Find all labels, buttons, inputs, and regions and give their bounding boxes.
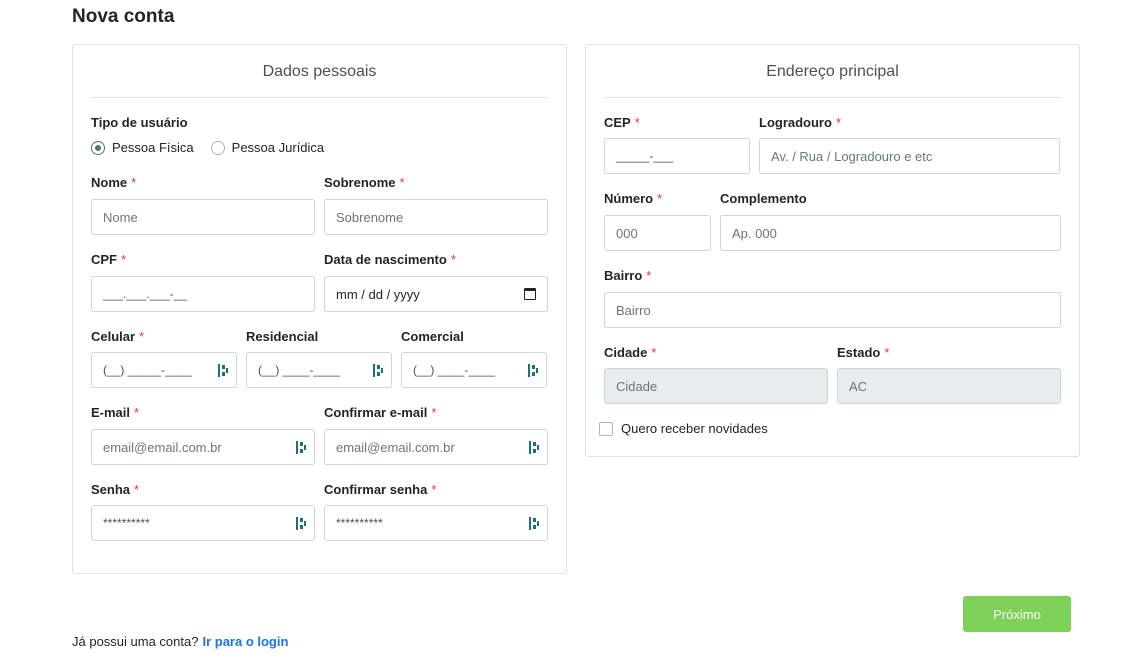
- confirm-email-input[interactable]: email@email.com.br: [324, 429, 548, 465]
- senha-input[interactable]: **********: [91, 505, 315, 541]
- password-manager-icon[interactable]: [296, 441, 306, 454]
- password-manager-icon[interactable]: [529, 441, 539, 454]
- radio-pessoa-juridica-label[interactable]: Pessoa Jurídica: [232, 140, 325, 155]
- cpf-label: CPF *: [91, 252, 127, 267]
- comercial-input[interactable]: (__) ____-____: [401, 352, 547, 388]
- estado-select[interactable]: AC: [837, 368, 1061, 404]
- cpf-input[interactable]: ___.___.___-__: [91, 276, 315, 312]
- personal-data-card: Dados pessoais Tipo de usuário Pessoa Fí…: [72, 44, 567, 574]
- nome-label: Nome *: [91, 175, 137, 190]
- confirm-senha-label: Confirmar senha *: [324, 482, 437, 497]
- cidade-label: Cidade *: [604, 345, 657, 360]
- nome-input[interactable]: Nome: [91, 199, 315, 235]
- user-type-label: Tipo de usuário: [91, 115, 188, 130]
- cep-label: CEP *: [604, 115, 640, 130]
- logradouro-label: Logradouro *: [759, 115, 841, 130]
- password-manager-icon[interactable]: [296, 517, 306, 530]
- residencial-input[interactable]: (__) ____-____: [246, 352, 392, 388]
- address-title: Endereço principal: [604, 63, 1061, 98]
- estado-label: Estado *: [837, 345, 890, 360]
- password-manager-icon[interactable]: [218, 364, 228, 377]
- login-link[interactable]: Ir para o login: [202, 634, 288, 649]
- senha-label: Senha *: [91, 482, 140, 497]
- password-manager-icon[interactable]: [529, 517, 539, 530]
- address-card: Endereço principal CEP * _____-___ Lograd…: [585, 44, 1080, 457]
- user-type-radio-group: Pessoa Física Pessoa Jurídica: [91, 140, 341, 155]
- numero-input[interactable]: 000: [604, 215, 711, 251]
- radio-pessoa-fisica[interactable]: [91, 140, 105, 155]
- page-title: Nova conta: [72, 6, 175, 27]
- email-input[interactable]: email@email.com.br: [91, 429, 315, 465]
- birthdate-input[interactable]: mm / dd / yyyy: [324, 276, 548, 312]
- calendar-icon[interactable]: [524, 288, 536, 300]
- confirm-senha-input[interactable]: **********: [324, 505, 548, 541]
- complemento-input[interactable]: Ap. 000: [720, 215, 1061, 251]
- sobrenome-label: Sobrenome *: [324, 175, 405, 190]
- residencial-label: Residencial: [246, 329, 319, 344]
- radio-pessoa-juridica[interactable]: [210, 140, 225, 155]
- cidade-input[interactable]: Cidade: [604, 368, 828, 404]
- complemento-label: Complemento: [720, 191, 807, 206]
- celular-input[interactable]: (__) _____-____: [91, 352, 237, 388]
- cep-input[interactable]: _____-___: [604, 138, 750, 174]
- bairro-input[interactable]: Bairro: [604, 292, 1061, 328]
- confirm-email-label: Confirmar e-mail *: [324, 405, 437, 420]
- logradouro-input[interactable]: Av. / Rua / Logradouro e etc: [759, 138, 1060, 174]
- login-prompt: Já possui uma conta? Ir para o login: [72, 634, 288, 649]
- radio-pessoa-fisica-label[interactable]: Pessoa Física: [112, 140, 194, 155]
- password-manager-icon[interactable]: [528, 364, 538, 377]
- login-question: Já possui uma conta?: [72, 634, 199, 649]
- sobrenome-input[interactable]: Sobrenome: [324, 199, 548, 235]
- newsletter-checkbox[interactable]: [599, 421, 613, 436]
- comercial-label: Comercial: [401, 329, 464, 344]
- celular-label: Celular *: [91, 329, 145, 344]
- newsletter-checkbox-row[interactable]: Quero receber novidades: [599, 421, 768, 436]
- numero-label: Número *: [604, 191, 663, 206]
- bairro-label: Bairro *: [604, 268, 652, 283]
- next-button[interactable]: Próximo: [963, 596, 1071, 632]
- password-manager-icon[interactable]: [373, 364, 383, 377]
- birthdate-label: Data de nascimento *: [324, 252, 456, 267]
- personal-data-title: Dados pessoais: [91, 63, 548, 98]
- newsletter-label[interactable]: Quero receber novidades: [621, 421, 768, 436]
- email-label: E-mail *: [91, 405, 140, 420]
